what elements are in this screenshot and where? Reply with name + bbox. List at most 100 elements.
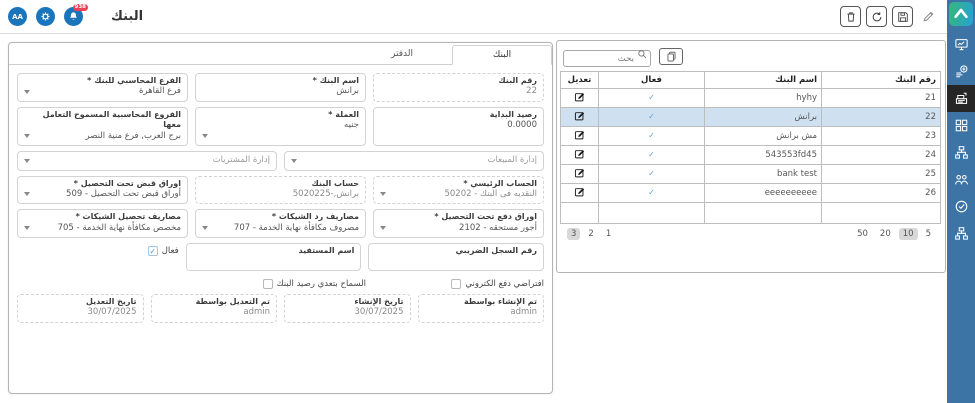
cell-active: ✓: [599, 145, 705, 164]
page-size-5[interactable]: 5: [922, 228, 935, 240]
field-label: العملة *: [202, 110, 359, 120]
employees-icon[interactable]: [947, 166, 975, 193]
form-row: رقم البنك22اسم البنك *برانشالفرع المحاسب…: [17, 73, 544, 102]
field[interactable]: رصيد البداية0.0000: [373, 107, 544, 146]
col-bank-name: اسم البنك: [705, 71, 822, 88]
page-size-20[interactable]: 20: [876, 228, 895, 240]
modules-icon[interactable]: [947, 112, 975, 139]
field[interactable]: إدارة المشتريات: [17, 151, 277, 170]
page-size-10[interactable]: 10: [899, 228, 918, 240]
tab-ledger[interactable]: الدفتر: [352, 45, 452, 64]
accessibility-button[interactable]: AA: [8, 7, 27, 26]
field[interactable]: اسم المستفيد: [186, 243, 362, 270]
field[interactable]: إدارة المبيعات: [284, 151, 544, 170]
cell-active: ✓: [599, 164, 705, 183]
app-sidebar: [947, 0, 975, 403]
field[interactable]: مصاريف رد الشيكات *707 - مصروف مكافأة نه…: [195, 209, 366, 238]
field[interactable]: حساب البنكبرانش,-5020225: [195, 176, 366, 205]
refresh-button[interactable]: [866, 6, 887, 27]
empty-cell: [822, 202, 941, 223]
page-2[interactable]: 2: [584, 228, 597, 240]
field[interactable]: رقم السجل الضريبي: [368, 243, 544, 270]
chevron-logo-icon: [953, 6, 969, 22]
chevron-down-icon: [24, 226, 30, 230]
page-size-50[interactable]: 50: [853, 228, 872, 240]
copy-button[interactable]: [659, 48, 683, 65]
table-search-row: [561, 45, 941, 71]
col-edit: تعديل: [561, 71, 599, 88]
spacer: [17, 276, 188, 289]
edit-row-button[interactable]: [574, 148, 585, 159]
check-icon: ✓: [648, 93, 655, 102]
field[interactable]: الحساب الرئيسي *50202 - النقديه فى البنك: [373, 176, 544, 205]
field[interactable]: تاريخ التعديل30/07/2025: [17, 294, 144, 323]
checkbox-field[interactable]: ✓فعال: [17, 243, 179, 270]
page-1[interactable]: 1: [602, 228, 615, 240]
edit-row-button[interactable]: [574, 129, 585, 140]
copy-icon: [666, 51, 677, 62]
edit-row-button[interactable]: [574, 91, 585, 102]
form-row: إدارة المبيعات إدارة المشتريات: [17, 151, 544, 170]
table-row[interactable]: 25bank test✓: [561, 164, 941, 183]
form-row: تم الإنشاء بواسطةadminتاريخ الإنشاء30/07…: [17, 294, 544, 323]
refresh-icon: [871, 11, 883, 23]
field-label: رقم البنك: [380, 76, 537, 86]
field-value: 50202 - النقديه فى البنك: [380, 189, 537, 200]
checkbox-box[interactable]: [263, 279, 273, 289]
save-button[interactable]: [892, 6, 913, 27]
delete-button[interactable]: [840, 6, 861, 27]
finance-icon[interactable]: [947, 58, 975, 85]
field-value: جنيه: [202, 120, 359, 131]
app-logo[interactable]: [949, 2, 973, 26]
dashboard-icon[interactable]: [947, 31, 975, 58]
chevron-down-icon: [24, 159, 30, 163]
edit-row-button[interactable]: [574, 167, 585, 178]
notifications-button[interactable]: 938: [64, 7, 83, 26]
quality-badge-icon[interactable]: [947, 193, 975, 220]
edit-row-button[interactable]: [574, 186, 585, 197]
field-value: 509 - أوراق قبض تحت التحصيل: [24, 189, 181, 200]
field[interactable]: تم الإنشاء بواسطةadmin: [418, 294, 545, 323]
page-size-selector: 5 10 20 50: [851, 228, 937, 240]
cell-bank-number: 23: [822, 126, 941, 145]
field[interactable]: اسم البنك *برانش: [195, 73, 366, 102]
empty-cell: [705, 202, 822, 223]
edit-button[interactable]: [918, 6, 939, 27]
hierarchy-icon[interactable]: [947, 139, 975, 166]
page-header: البنك 938 AA: [0, 0, 947, 34]
tab-bank[interactable]: البنك: [452, 45, 552, 65]
field-value: 30/07/2025: [24, 307, 137, 318]
cash-register-icon[interactable]: [947, 85, 975, 112]
field[interactable]: اوراق قبض تحت التحصيل *509 - أوراق قبض ت…: [17, 176, 188, 205]
field[interactable]: مصاريف تحصيل الشيكات *705 - مخصص مكافأة …: [17, 209, 188, 238]
delete-icon: [845, 11, 857, 23]
checkbox-field[interactable]: افتراضي دفع الكتروني: [373, 276, 544, 289]
field-label: اوراق دفع تحت التحصيل *: [380, 212, 537, 222]
field[interactable]: الفرع المحاسبي للبنك *فرع القاهرة: [17, 73, 188, 102]
page-3[interactable]: 3: [567, 228, 580, 240]
field-label: حساب البنك: [202, 179, 359, 189]
settings-button[interactable]: [36, 7, 55, 26]
field[interactable]: تاريخ الإنشاء30/07/2025: [284, 294, 411, 323]
table-row[interactable]: 21hyhy✓: [561, 88, 941, 107]
field[interactable]: اوراق دفع تحت التحصيل *2102 - أجور مستحق…: [373, 209, 544, 238]
checkbox-box[interactable]: ✓: [148, 246, 158, 256]
field[interactable]: الفروع المحاسبية المسموح التعامل معهابرج…: [17, 107, 188, 146]
checkbox-box[interactable]: [451, 279, 461, 289]
chevron-down-icon: [291, 159, 297, 163]
chevron-down-icon: [380, 226, 386, 230]
field-value: برانش: [202, 86, 359, 97]
table-row[interactable]: 22برانش✓: [561, 107, 941, 126]
edit-row-button[interactable]: [574, 110, 585, 121]
field[interactable]: رقم البنك22: [373, 73, 544, 102]
form-row: رقم السجل الضريبياسم المستفيد ✓فعال: [17, 243, 544, 270]
field-value: 707 - مصروف مكافأة نهاية الخدمة: [202, 223, 359, 234]
field[interactable]: العملة *جنيه: [195, 107, 366, 146]
field-value: برج العرب, فرع منية النصر: [24, 131, 181, 142]
field[interactable]: تم التعديل بواسطةadmin: [151, 294, 278, 323]
branches-icon[interactable]: [947, 220, 975, 247]
table-row[interactable]: 23مش برانش✓: [561, 126, 941, 145]
checkbox-field[interactable]: السماح بتعدي رصيد البنك: [195, 276, 366, 289]
table-row[interactable]: 26eeeeeeeeee✓: [561, 183, 941, 202]
table-row[interactable]: 24543553fd45✓: [561, 145, 941, 164]
